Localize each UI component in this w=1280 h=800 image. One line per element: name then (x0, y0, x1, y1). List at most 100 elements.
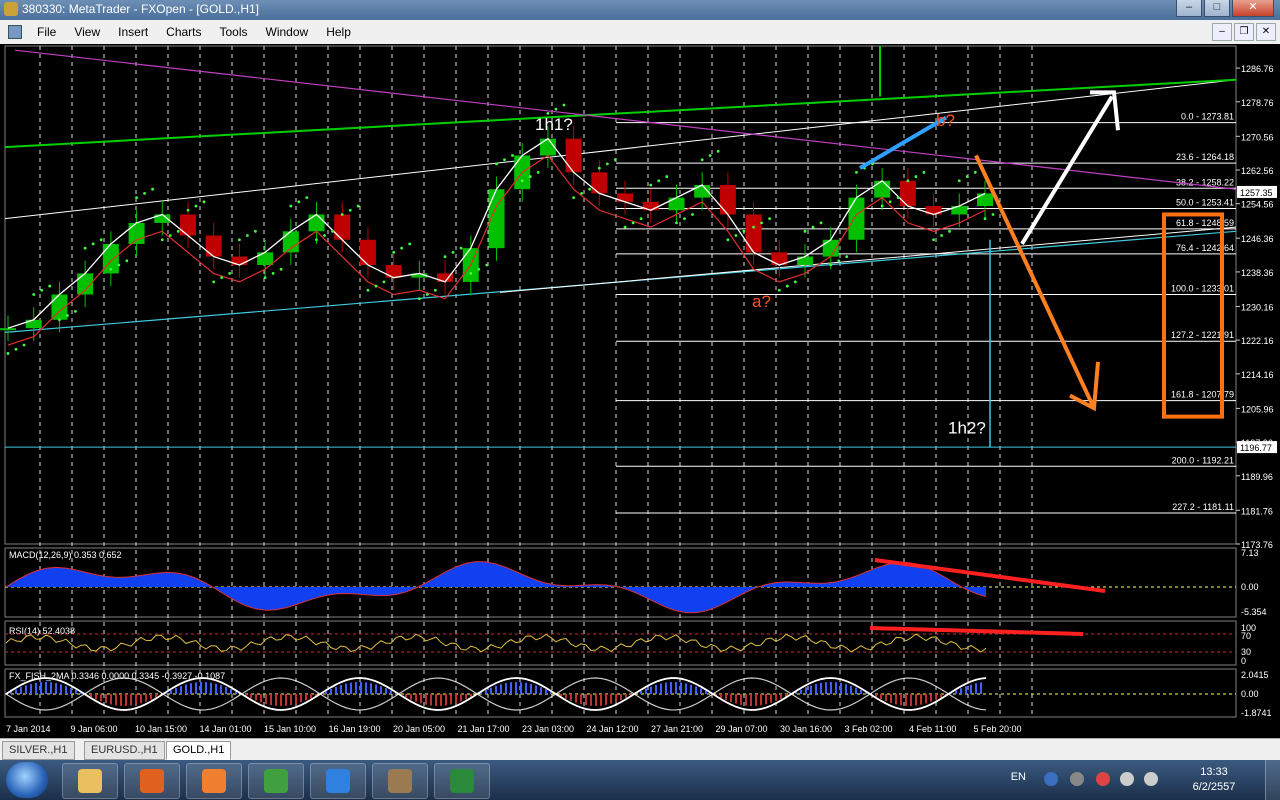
tab-goldh[interactable]: GOLD.,H1 (166, 741, 232, 760)
sar-dot (536, 170, 540, 174)
internet-explorer-taskbar-button[interactable] (310, 763, 366, 799)
app-icon (4, 2, 18, 16)
maximize-button[interactable]: □ (1204, 0, 1230, 17)
candle (848, 197, 865, 240)
file-explorer-taskbar-button[interactable] (62, 763, 118, 799)
price-axis-label: 1205.96 (1241, 404, 1274, 414)
menu-items: File View Insert Charts Tools Window Help (28, 20, 360, 44)
network-icon[interactable] (1120, 772, 1134, 786)
chart-close-button[interactable]: ✕ (1256, 23, 1276, 41)
macd-label: MACD(12,26,9) 0.353 0.652 (9, 550, 122, 560)
menu-charts[interactable]: Charts (157, 25, 210, 39)
magenta-trendline (14, 49, 1237, 190)
sar-dot (331, 229, 334, 233)
chrome-taskbar-button[interactable] (248, 763, 304, 799)
sar-dot (315, 238, 318, 242)
sar-dot (940, 234, 943, 237)
sar-dot (135, 196, 138, 200)
candle (977, 193, 993, 207)
sar-dot (253, 229, 257, 233)
sar-dot (151, 187, 154, 191)
annotation-b: b? (936, 111, 955, 130)
candle (539, 138, 556, 156)
fisher-axis-label: -1.8741 (1241, 708, 1272, 718)
show-desktop-button[interactable] (1265, 760, 1280, 800)
sar-dot (194, 204, 198, 208)
sar-dot (459, 246, 463, 250)
fib-label: 227.2 - 1181.11 (1172, 502, 1234, 512)
candle (359, 239, 376, 266)
sar-dot (263, 276, 267, 280)
sar-dot (691, 213, 694, 216)
time-axis-label: 4 Feb 11:00 (909, 724, 956, 734)
tray-arrow-icon[interactable] (1070, 772, 1084, 786)
firefox-icon (202, 769, 226, 793)
sar-dot (74, 309, 77, 313)
menu-tools[interactable]: Tools (211, 25, 257, 39)
metatrader-taskbar-button[interactable] (372, 763, 428, 799)
firefox-taskbar-button[interactable] (186, 763, 242, 799)
sar-dot (511, 154, 514, 157)
menu-window[interactable]: Window (257, 25, 318, 39)
menu-help[interactable]: Help (317, 25, 360, 39)
rsi-axis-label: 0 (1241, 656, 1246, 666)
sar-dot (212, 280, 216, 284)
wave-b-blue-line (858, 115, 948, 170)
sar-dot (425, 293, 429, 296)
sar-dot (914, 175, 918, 178)
candle (334, 214, 351, 240)
sar-dot (528, 175, 532, 178)
chart-window[interactable]: 1286.76 1278.76 1270.56 1262.56 1254.56 1246.… (0, 44, 1280, 738)
chart-minimize-button[interactable]: – (1212, 23, 1232, 41)
minimize-button[interactable]: – (1176, 0, 1202, 17)
chart-window-icon[interactable] (8, 25, 22, 39)
sar-dot (443, 255, 447, 258)
help-icon[interactable] (1044, 772, 1058, 786)
sar-dot (392, 250, 396, 254)
sar-dot (726, 238, 730, 242)
time-axis-label: 14 Jan 01:00 (200, 724, 252, 734)
price-chart[interactable]: 1286.76 1278.76 1270.56 1262.56 1254.56 1246.… (0, 44, 1280, 738)
fib-label: 50.0 - 1253.41 (1176, 198, 1234, 208)
action-center-icon[interactable] (1096, 772, 1110, 786)
sar-dot (665, 175, 669, 178)
clock-time: 13:33 (1200, 766, 1228, 778)
sar-dot (708, 154, 712, 157)
sar-dot (811, 225, 815, 229)
sar-dot (675, 221, 678, 225)
excel-taskbar-button[interactable] (434, 763, 490, 799)
volume-icon[interactable] (1144, 772, 1158, 786)
sar-dot (605, 162, 609, 166)
metatrader-icon (388, 769, 412, 793)
price-axis-label: 1278.76 (1241, 98, 1274, 108)
tab-eurusdh[interactable]: EURUSD.,H1 (84, 741, 165, 760)
sar-dot (752, 225, 756, 229)
green-channel-line (4, 78, 1237, 149)
sar-dot (991, 213, 995, 216)
fib-label: 200.0 - 1192.21 (1172, 455, 1234, 465)
menu-view[interactable]: View (65, 25, 109, 39)
sar-dot (683, 217, 686, 221)
sar-dot (271, 272, 275, 275)
sar-dot (176, 229, 180, 233)
start-button[interactable] (6, 762, 48, 798)
time-axis-label: 29 Jan 07:00 (716, 724, 768, 734)
sar-dot (279, 267, 283, 271)
time-axis-label: 3 Feb 02:00 (845, 724, 893, 734)
clock-date: 6/2/2557 (1192, 781, 1236, 793)
tab-silverh[interactable]: SILVER.,H1 (2, 741, 75, 760)
chart-restore-button[interactable]: ❐ (1234, 23, 1254, 41)
media-player-taskbar-button[interactable] (124, 763, 180, 799)
menu-insert[interactable]: Insert (109, 25, 157, 39)
price-axis-label: 1181.76 (1241, 506, 1273, 516)
candle (668, 197, 685, 211)
sar-dot (48, 284, 52, 288)
candle (874, 180, 891, 198)
sar-dot (845, 255, 849, 258)
clock[interactable]: 13:33 6/2/2557 (1184, 765, 1244, 795)
time-axis-label: 24 Jan 12:00 (587, 724, 639, 734)
title-bar: 380330: MetaTrader - FXOpen - [GOLD.,H1]… (0, 0, 1280, 20)
close-button[interactable]: ✕ (1232, 0, 1274, 17)
language-indicator[interactable]: EN (1011, 771, 1026, 783)
menu-file[interactable]: File (28, 25, 65, 39)
